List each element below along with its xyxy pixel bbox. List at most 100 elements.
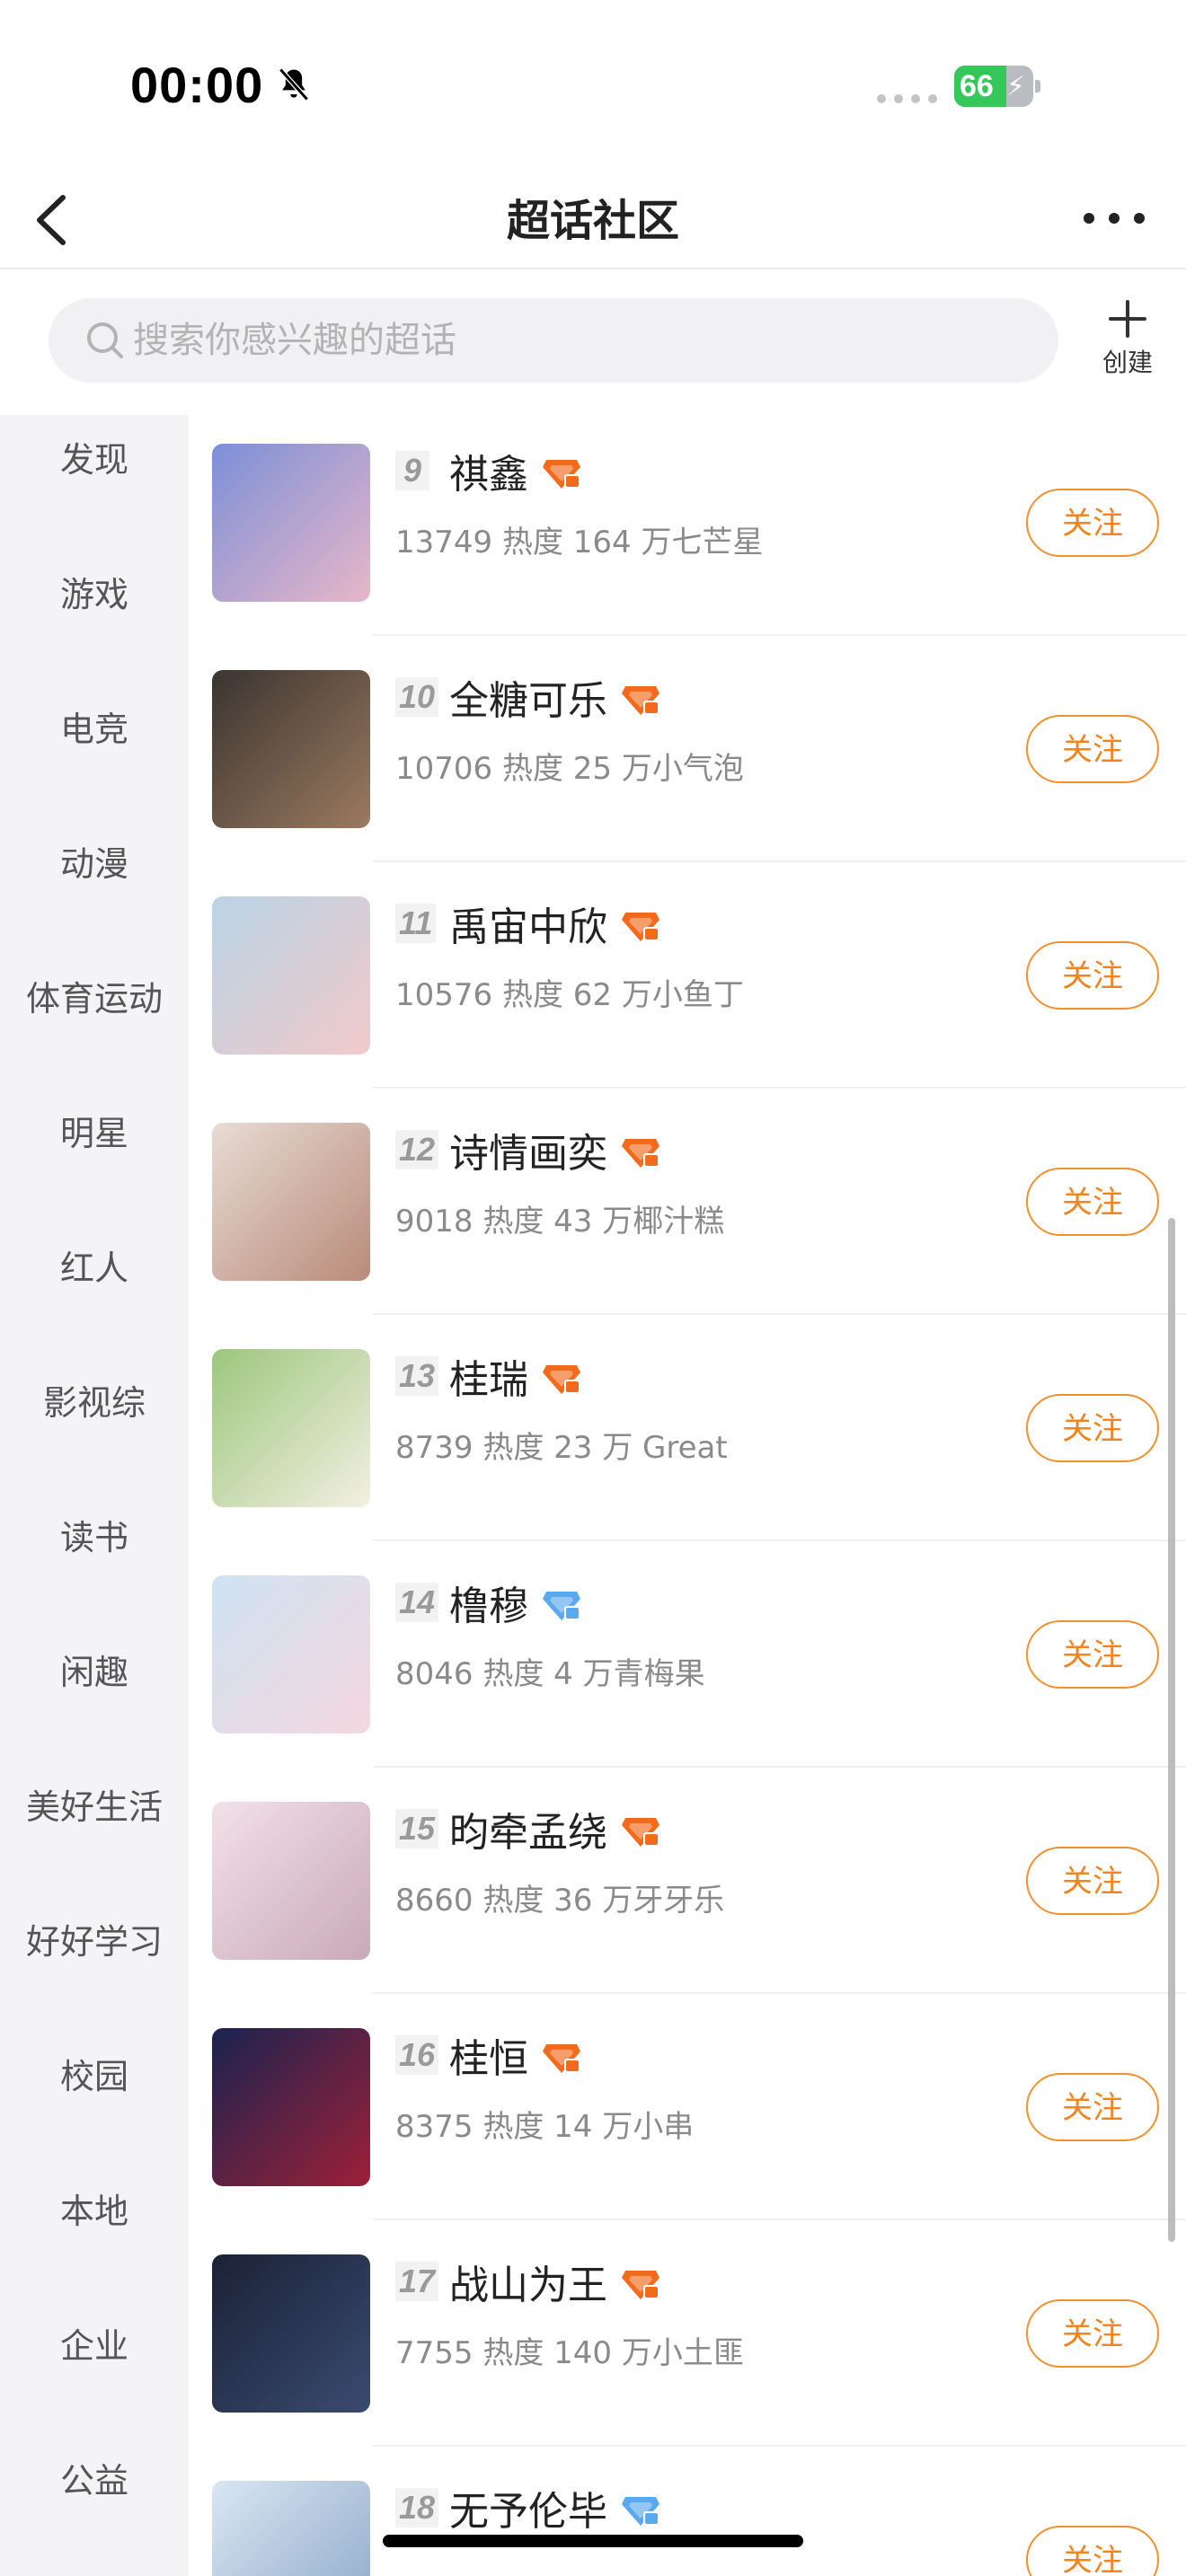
- topic-name[interactable]: 诗情画奕: [449, 1121, 607, 1178]
- topic-thumbnail[interactable]: [212, 444, 370, 602]
- status-bar: 00:00 66 ⚡: [0, 0, 1186, 171]
- rank-number: 10: [395, 677, 439, 717]
- level-badge-icon: [620, 2265, 661, 2301]
- rank-number: 18: [395, 2488, 439, 2527]
- plus-icon: [1109, 300, 1146, 338]
- topic-thumbnail[interactable]: [212, 670, 370, 828]
- sidebar-item[interactable]: 美好生活: [0, 1762, 189, 1852]
- follow-button[interactable]: 关注: [1026, 2299, 1159, 2368]
- topic-name[interactable]: 战山为王: [449, 2253, 607, 2310]
- topic-name[interactable]: 祺鑫: [449, 442, 528, 499]
- page-title: 超话社区: [506, 196, 679, 246]
- sidebar-item[interactable]: 企业: [0, 2301, 189, 2391]
- battery-icon: 66 ⚡: [954, 66, 1040, 107]
- topic-thumbnail[interactable]: [212, 896, 370, 1054]
- follow-button[interactable]: 关注: [1026, 1394, 1159, 1462]
- follow-button[interactable]: 关注: [1026, 715, 1159, 783]
- rank-number: 15: [395, 1809, 439, 1848]
- home-indicator[interactable]: [383, 2535, 803, 2547]
- sidebar-item[interactable]: 校园: [0, 2032, 189, 2122]
- status-time: 00:00: [130, 57, 264, 113]
- topic-thumbnail[interactable]: [212, 1349, 370, 1507]
- topic-name[interactable]: 桂瑞: [449, 1347, 528, 1405]
- sidebar-item[interactable]: 电竞: [0, 684, 189, 774]
- level-badge-icon: [541, 1586, 582, 1622]
- rank-number: 14: [395, 1583, 439, 1622]
- level-badge-icon: [620, 1813, 661, 1848]
- rank-number: 16: [395, 2035, 439, 2075]
- sidebar-item[interactable]: 游戏: [0, 550, 189, 640]
- topic-thumbnail[interactable]: [212, 1802, 370, 1960]
- level-badge-icon: [541, 454, 582, 490]
- sidebar-item[interactable]: 闲趣: [0, 1628, 189, 1717]
- topic-stats: 8046 热度 4 万青梅果: [395, 1656, 705, 1692]
- search-box[interactable]: [49, 298, 1058, 383]
- topic-stats: 13749 热度 164 万七芒星: [395, 525, 764, 560]
- sidebar-item[interactable]: 动漫: [0, 819, 189, 909]
- sidebar-item[interactable]: 明星: [0, 1089, 189, 1178]
- list-item[interactable]: 13 桂瑞 8739 热度 23 万 Great 关注: [189, 1315, 1186, 1541]
- list-item[interactable]: 12 诗情画奕 9018 热度 43 万椰汁糕 关注: [189, 1089, 1186, 1315]
- list-item[interactable]: 18 无予伦毕关注: [189, 2447, 1186, 2576]
- rank-number: 12: [395, 1130, 439, 1169]
- battery-percent: 66: [960, 69, 994, 103]
- sidebar-item[interactable]: 好好学习: [0, 1897, 189, 1987]
- follow-button[interactable]: 关注: [1026, 2073, 1159, 2141]
- topic-stats: 8660 热度 36 万牙牙乐: [395, 1883, 725, 1919]
- topic-thumbnail[interactable]: [212, 2028, 370, 2186]
- topic-thumbnail[interactable]: [212, 2254, 370, 2413]
- topic-name[interactable]: 禹宙中欣: [449, 895, 607, 952]
- level-badge-icon: [541, 1360, 582, 1396]
- signal-icon: [877, 94, 937, 103]
- topic-stats: 8739 热度 23 万 Great: [395, 1430, 728, 1466]
- topic-stats: 7755 热度 140 万小土匪: [395, 2335, 744, 2371]
- sidebar-item[interactable]: 读书: [0, 1493, 189, 1583]
- sidebar-item[interactable]: 本地: [0, 2166, 189, 2256]
- topic-stats: 10706 热度 25 万小气泡: [395, 751, 744, 787]
- list-item[interactable]: 16 桂恒 8375 热度 14 万小串 关注: [189, 1994, 1186, 2220]
- list-item[interactable]: 10 全糖可乐 10706 热度 25 万小气泡 关注: [189, 636, 1186, 862]
- more-icon[interactable]: [1078, 196, 1150, 241]
- create-label: 创建: [1102, 348, 1153, 377]
- follow-button[interactable]: 关注: [1026, 1847, 1159, 1915]
- follow-button[interactable]: 关注: [1026, 941, 1159, 1010]
- level-badge-icon: [620, 1134, 661, 1169]
- topic-thumbnail[interactable]: [212, 2481, 370, 2576]
- sidebar-item[interactable]: 红人: [0, 1223, 189, 1313]
- topic-name[interactable]: 无予伦毕: [449, 2479, 607, 2536]
- list-item[interactable]: 17 战山为王 7755 热度 140 万小土匪 关注: [189, 2220, 1186, 2447]
- level-badge-icon: [620, 907, 661, 943]
- create-button[interactable]: 创建: [1087, 298, 1168, 379]
- nav-bar: 超话社区: [0, 171, 1186, 269]
- topic-thumbnail[interactable]: [212, 1575, 370, 1734]
- level-badge-icon: [541, 2039, 582, 2075]
- follow-button[interactable]: 关注: [1026, 1168, 1159, 1236]
- topic-name[interactable]: 昀牵孟绕: [449, 1800, 607, 1857]
- search-row: 创建: [0, 271, 1186, 415]
- charging-icon: ⚡: [1006, 71, 1026, 102]
- topic-name[interactable]: 全糖可乐: [449, 668, 607, 726]
- rank-number: 9: [395, 451, 429, 490]
- topic-name[interactable]: 橹穆: [449, 1574, 528, 1631]
- rank-number: 17: [395, 2262, 439, 2301]
- level-badge-icon: [620, 2492, 661, 2527]
- level-badge-icon: [620, 681, 661, 717]
- topic-stats: 10576 热度 62 万小鱼丁: [395, 977, 744, 1013]
- search-input[interactable]: [131, 298, 1030, 383]
- topic-thumbnail[interactable]: [212, 1123, 370, 1281]
- list-item[interactable]: 15 昀牵孟绕 8660 热度 36 万牙牙乐 关注: [189, 1768, 1186, 1994]
- sidebar-item[interactable]: 发现: [0, 415, 189, 505]
- follow-button[interactable]: 关注: [1026, 1620, 1159, 1689]
- list-item[interactable]: 9 祺鑫 13749 热度 164 万七芒星 关注: [189, 415, 1186, 636]
- sidebar-item[interactable]: 体育运动: [0, 954, 189, 1044]
- list-item[interactable]: 14 橹穆 8046 热度 4 万青梅果 关注: [189, 1541, 1186, 1768]
- scrollbar[interactable]: [1168, 1218, 1175, 2242]
- supertopic-list: 9 祺鑫 13749 热度 164 万七芒星 关注 10 全糖可乐 10706 热度 25 …: [189, 415, 1186, 2576]
- bell-muted-icon: [279, 67, 309, 101]
- follow-button[interactable]: 关注: [1026, 2526, 1159, 2576]
- topic-name[interactable]: 桂恒: [449, 2026, 528, 2084]
- follow-button[interactable]: 关注: [1026, 489, 1159, 557]
- sidebar-item[interactable]: 公益: [0, 2436, 189, 2526]
- list-item[interactable]: 11 禹宙中欣 10576 热度 62 万小鱼丁 关注: [189, 862, 1186, 1089]
- sidebar-item[interactable]: 影视综: [0, 1358, 189, 1448]
